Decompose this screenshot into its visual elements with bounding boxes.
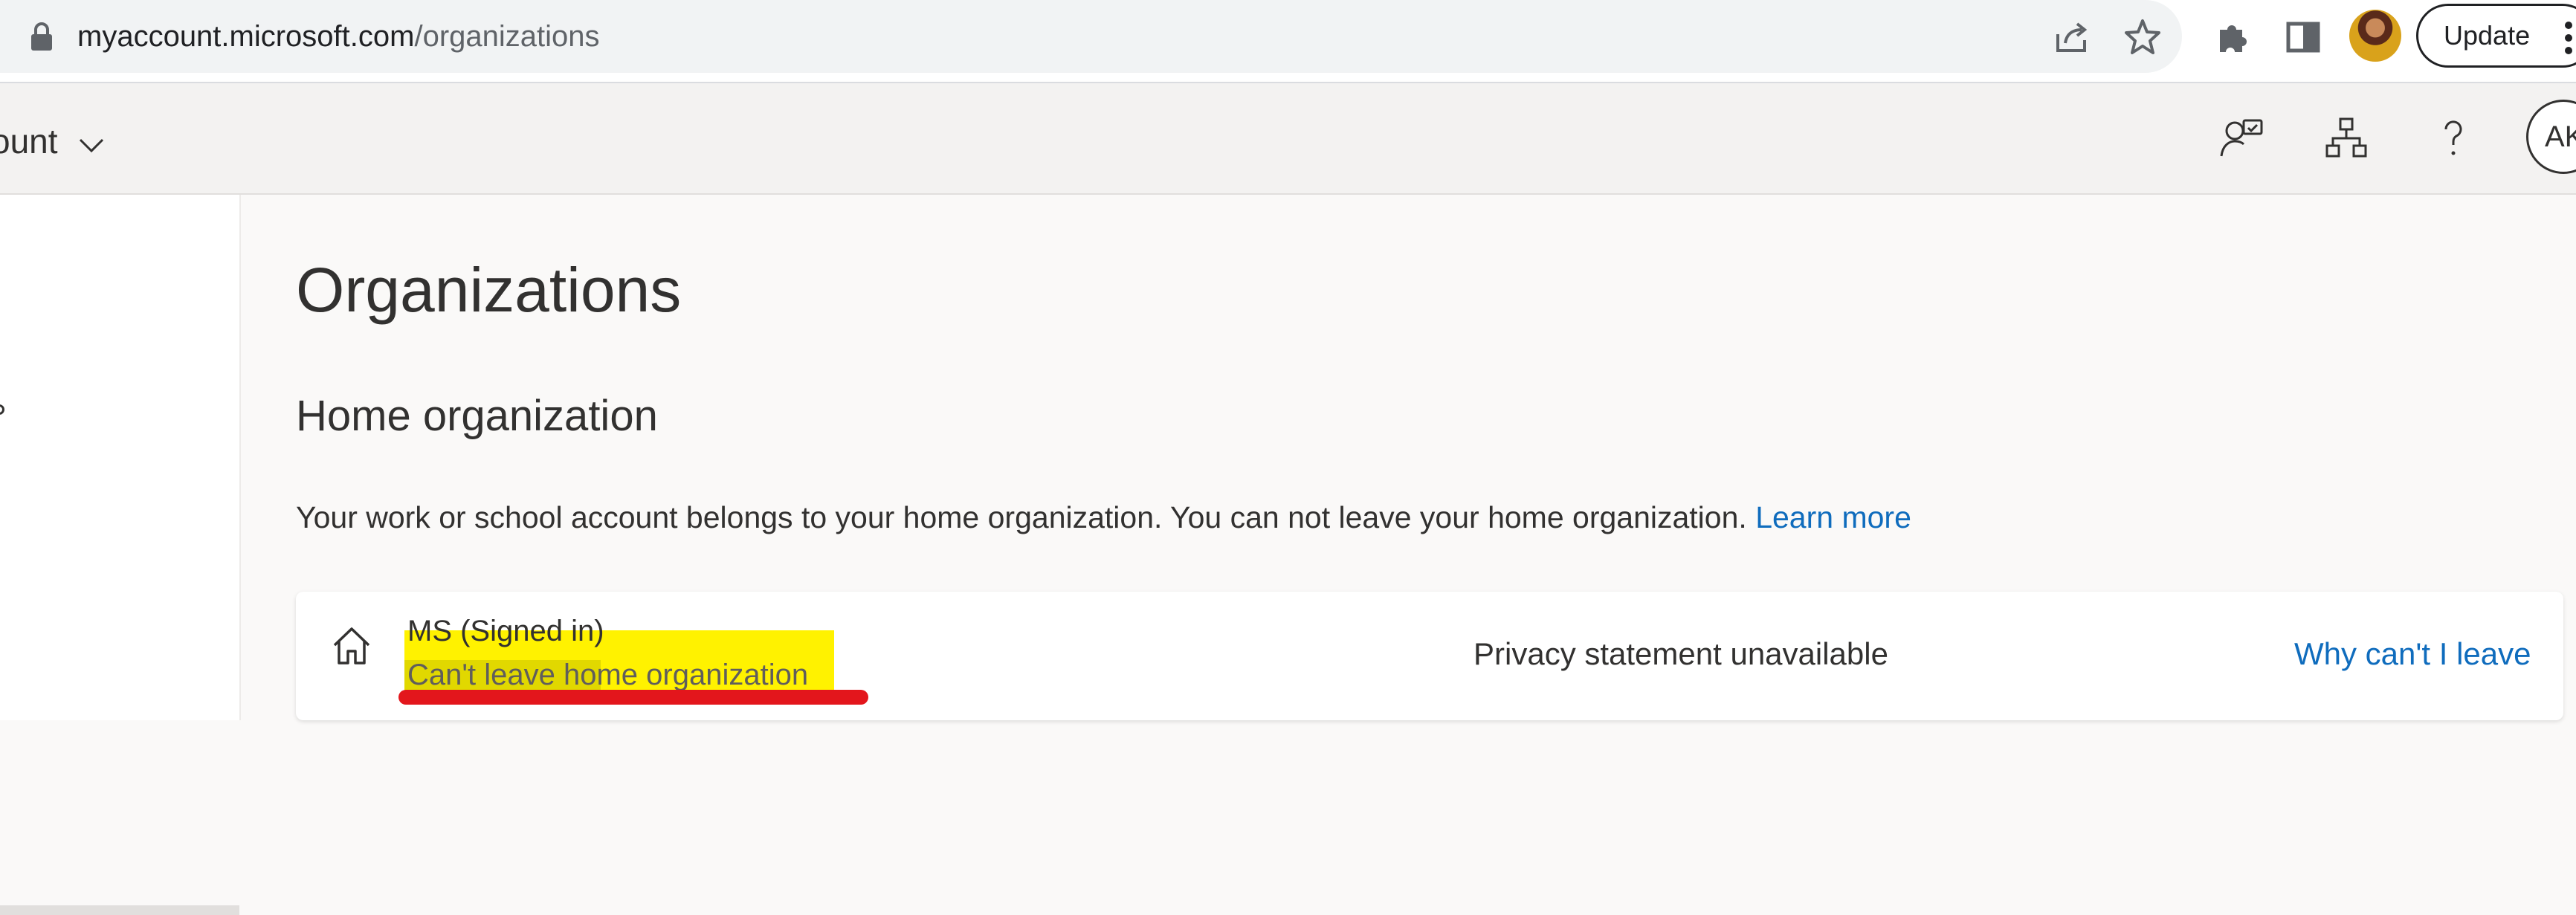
feedback-icon[interactable] — [2217, 114, 2265, 162]
nav-item-icon[interactable] — [0, 404, 4, 415]
lock-icon — [31, 22, 52, 51]
home-icon — [333, 627, 370, 665]
org-chart-icon[interactable] — [2322, 114, 2370, 162]
app-title[interactable]: ount — [0, 119, 58, 164]
account-avatar[interactable]: AK — [2526, 100, 2576, 174]
url-host: myaccount.microsoft.com — [77, 20, 415, 53]
why-cant-i-leave-link[interactable]: Why can't I leave — [2294, 633, 2531, 675]
browser-toolbar: myaccount.microsoft.com/organizations Up… — [0, 0, 2576, 83]
app-header: ount AK — [0, 83, 2576, 195]
more-menu-icon[interactable] — [2563, 19, 2574, 56]
extensions-puzzle-icon[interactable] — [2212, 18, 2251, 56]
nav-divider — [0, 905, 239, 915]
description-text: Your work or school account belongs to y… — [296, 500, 1747, 534]
privacy-statement: Privacy statement unavailable — [1473, 636, 1888, 671]
help-icon[interactable] — [2430, 114, 2477, 162]
address-bar[interactable]: myaccount.microsoft.com/organizations — [0, 0, 2182, 73]
left-navigation — [0, 195, 241, 915]
annotation-underline — [398, 690, 868, 705]
org-name: MS (Signed in) — [407, 615, 604, 647]
chevron-down-icon[interactable] — [77, 137, 106, 155]
organization-card: MS (Signed in) Can't leave home organiza… — [296, 592, 2563, 720]
section-title: Home organization — [296, 392, 658, 440]
learn-more-link[interactable]: Learn more — [1755, 500, 1911, 534]
share-icon[interactable] — [2052, 18, 2091, 56]
url-text[interactable]: myaccount.microsoft.com/organizations — [77, 16, 600, 56]
home-org-description: Your work or school account belongs to y… — [296, 497, 1911, 538]
side-panel-icon[interactable] — [2284, 18, 2322, 56]
page-title: Organizations — [296, 255, 682, 325]
profile-avatar[interactable] — [2349, 10, 2401, 62]
url-path: /organizations — [414, 20, 600, 53]
bookmark-star-icon[interactable] — [2123, 18, 2162, 56]
update-button[interactable]: Update — [2416, 4, 2576, 68]
